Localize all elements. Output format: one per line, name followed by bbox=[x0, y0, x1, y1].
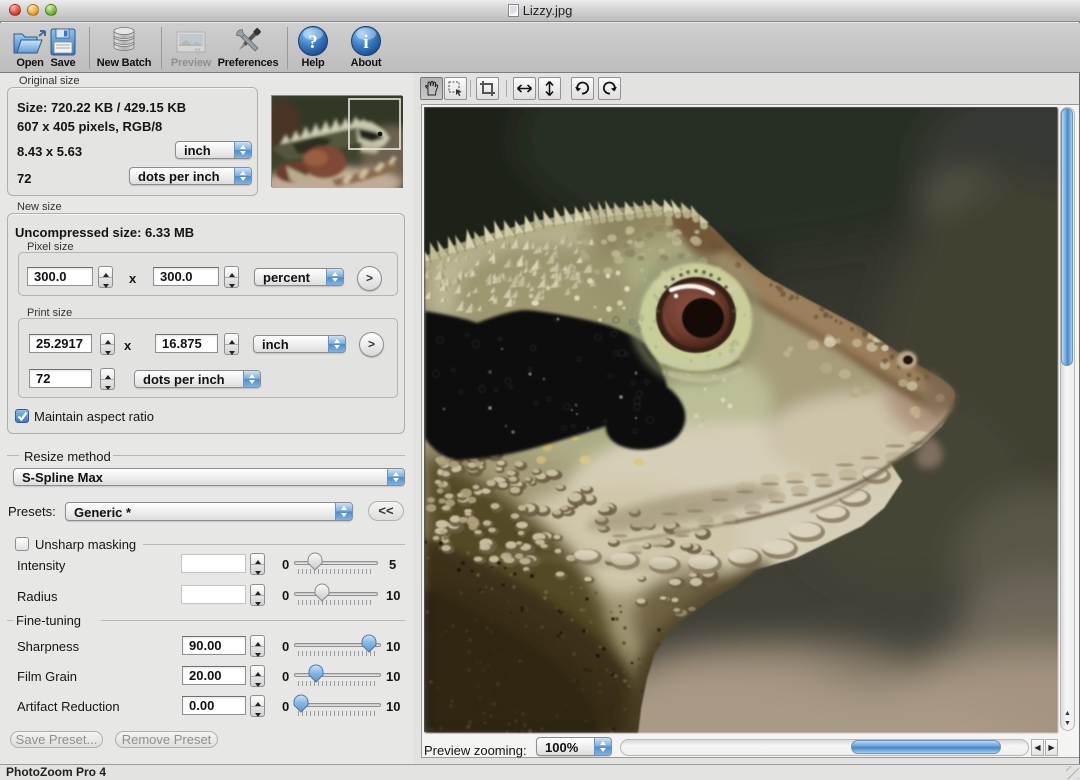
svg-text:?: ? bbox=[308, 32, 318, 53]
svg-text:i: i bbox=[363, 32, 368, 53]
